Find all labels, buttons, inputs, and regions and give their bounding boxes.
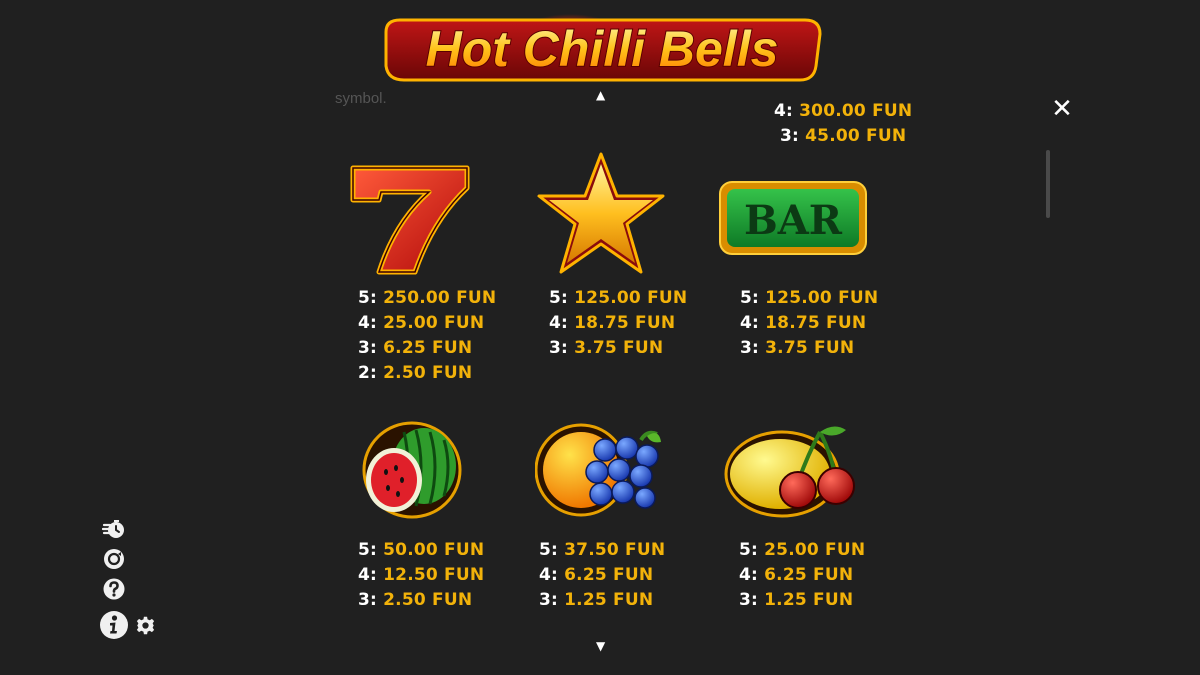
scroll-down-button[interactable]: ▼ [596, 640, 605, 652]
payout-line: 5: 50.00 FUN [358, 540, 485, 560]
payout-line: 3: 2.50 FUN [358, 590, 473, 610]
bar-symbol-label: BAR [744, 197, 843, 244]
payout-line: 5: 25.00 FUN [739, 540, 866, 560]
payout-line: 5: 250.00 FUN [358, 288, 497, 308]
payout-line: 2: 2.50 FUN [358, 363, 473, 383]
scroll-up-button[interactable]: ▲ [596, 89, 605, 101]
watermelon-symbol-icon [362, 421, 462, 519]
seven-symbol-icon [350, 165, 470, 275]
payout-line: 4: 6.25 FUN [539, 565, 654, 585]
orange-grapes-symbol-icon [535, 423, 661, 517]
top-partial-payouts: 4: 300.00 FUN 3: 45.00 FUN [774, 99, 912, 149]
payout-line: 3: 45.00 FUN [780, 126, 907, 146]
bar-symbol-icon: BAR [719, 181, 867, 255]
payout-line: 3: 3.75 FUN [549, 338, 664, 358]
info-icon[interactable] [99, 610, 129, 640]
payout-line: 4: 6.25 FUN [739, 565, 854, 585]
scrollbar[interactable] [1046, 150, 1050, 218]
payout-line: 3: 6.25 FUN [358, 338, 473, 358]
payout-line: 5: 37.50 FUN [539, 540, 666, 560]
payout-line: 5: 125.00 FUN [740, 288, 879, 308]
settings-icon[interactable] [136, 616, 155, 635]
payout-line: 4: 18.75 FUN [549, 313, 676, 333]
bar-payouts: 5: 125.00 FUN 4: 18.75 FUN 3: 3.75 FUN [740, 286, 878, 361]
watermelon-payouts: 5: 50.00 FUN 4: 12.50 FUN 3: 2.50 FUN [358, 538, 484, 613]
game-logo-text: Hot Chilli Bells [426, 21, 779, 77]
payout-line: 3: 3.75 FUN [740, 338, 855, 358]
lemon-cherries-symbol-icon [724, 426, 855, 518]
payout-line: 4: 300.00 FUN [774, 101, 913, 121]
turbo-icon[interactable] [102, 517, 126, 541]
payout-line: 3: 1.25 FUN [739, 590, 854, 610]
lemon-cherries-payouts: 5: 25.00 FUN 4: 6.25 FUN 3: 1.25 FUN [739, 538, 865, 613]
star-payouts: 5: 125.00 FUN 4: 18.75 FUN 3: 3.75 FUN [549, 286, 687, 361]
payout-line: 5: 125.00 FUN [549, 288, 688, 308]
orange-grapes-payouts: 5: 37.50 FUN 4: 6.25 FUN 3: 1.25 FUN [539, 538, 665, 613]
star-symbol-icon [537, 152, 665, 274]
autoplay-icon[interactable] [102, 547, 126, 571]
payout-line: 4: 18.75 FUN [740, 313, 867, 333]
seven-payouts: 5: 250.00 FUN 4: 25.00 FUN 3: 6.25 FUN 2… [358, 286, 496, 386]
close-button[interactable]: ✕ [1049, 96, 1075, 122]
payout-line: 4: 12.50 FUN [358, 565, 485, 585]
game-logo: Hot Chilli Bells [384, 8, 822, 82]
payout-line: 4: 25.00 FUN [358, 313, 485, 333]
help-icon[interactable] [102, 577, 126, 601]
payout-line: 3: 1.25 FUN [539, 590, 654, 610]
partial-description-text: symbol. [335, 90, 387, 107]
